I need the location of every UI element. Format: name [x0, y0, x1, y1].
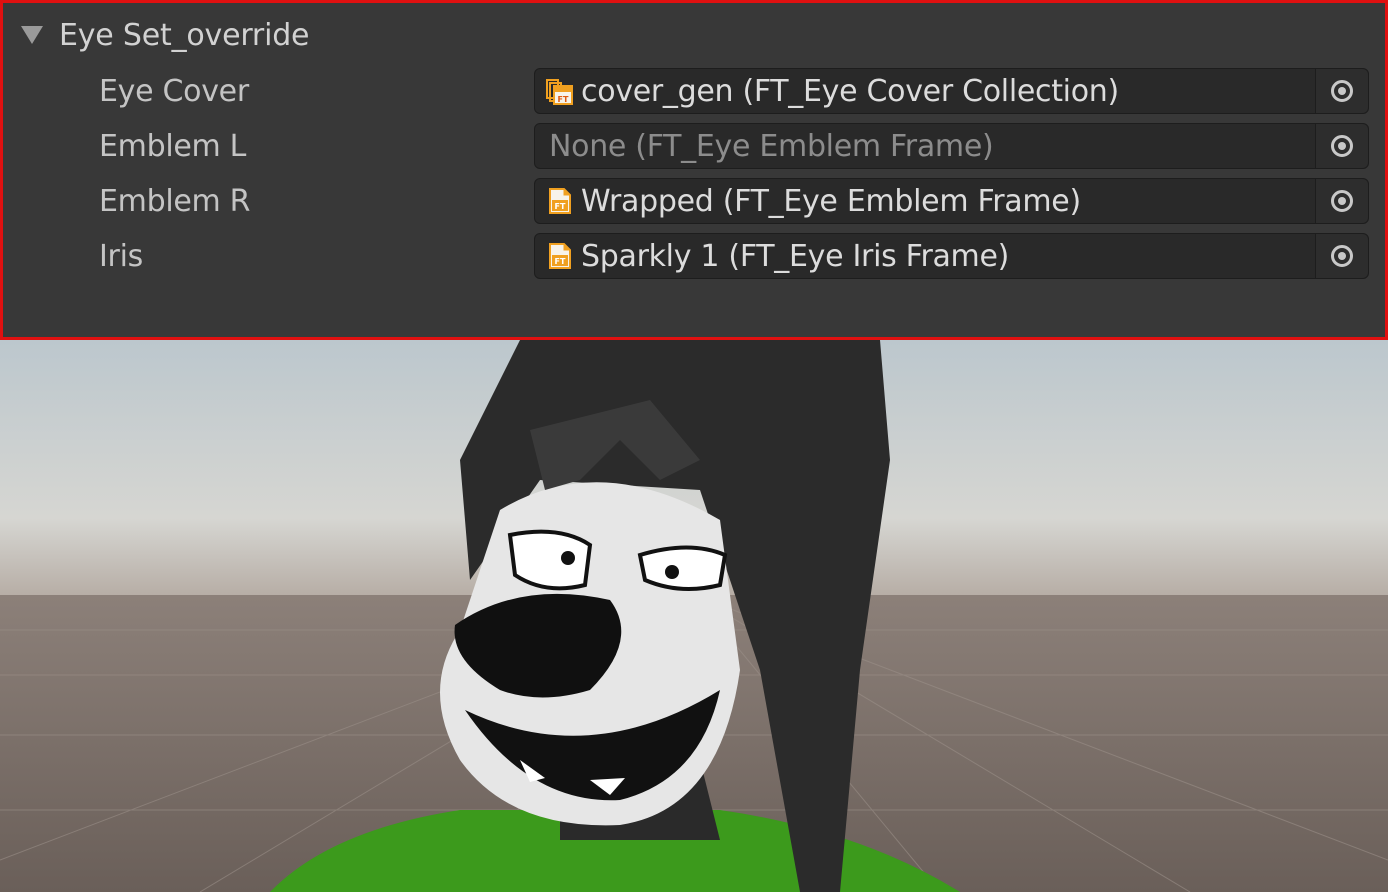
object-picker-button[interactable]: [1315, 179, 1368, 223]
property-label: Emblem R: [99, 184, 251, 219]
collection-asset-icon: FT: [545, 76, 575, 106]
svg-text:FT: FT: [558, 95, 569, 104]
object-field-value: Wrapped (FT_Eye Emblem Frame): [581, 183, 1081, 219]
property-label: Iris: [99, 239, 143, 274]
property-row-iris: Iris FT Sparkly 1 (FT_Eye Iris Frame): [3, 233, 1385, 279]
object-picker-icon: [1331, 80, 1353, 102]
object-field-iris[interactable]: FT Sparkly 1 (FT_Eye Iris Frame): [534, 233, 1369, 279]
inspector-panel: Eye Set_override Eye Cover FT cover_gen …: [0, 0, 1388, 340]
eye-set-foldout[interactable]: Eye Set_override: [21, 17, 310, 53]
frame-asset-icon: FT: [545, 241, 575, 271]
svg-text:FT: FT: [555, 257, 566, 266]
property-label: Eye Cover: [99, 74, 249, 109]
object-picker-icon: [1331, 190, 1353, 212]
scene-viewport[interactable]: [0, 340, 1388, 892]
object-field-emblem-r[interactable]: FT Wrapped (FT_Eye Emblem Frame): [534, 178, 1369, 224]
object-field-value: cover_gen (FT_Eye Cover Collection): [581, 73, 1119, 109]
scene-render: [0, 340, 1388, 892]
property-label: Emblem L: [99, 129, 247, 164]
property-row-emblem-l: Emblem L None (FT_Eye Emblem Frame): [3, 123, 1385, 169]
object-picker-button[interactable]: [1315, 69, 1368, 113]
property-row-emblem-r: Emblem R FT Wrapped (FT_Eye Emblem Frame…: [3, 178, 1385, 224]
object-picker-button[interactable]: [1315, 234, 1368, 278]
object-field-value: Sparkly 1 (FT_Eye Iris Frame): [581, 238, 1010, 274]
foldout-title: Eye Set_override: [59, 17, 310, 53]
object-picker-button[interactable]: [1315, 124, 1368, 168]
object-field-value: None (FT_Eye Emblem Frame): [549, 128, 994, 164]
object-picker-icon: [1331, 245, 1353, 267]
object-field-emblem-l[interactable]: None (FT_Eye Emblem Frame): [534, 123, 1369, 169]
svg-text:FT: FT: [555, 202, 566, 211]
frame-asset-icon: FT: [545, 186, 575, 216]
property-row-eye-cover: Eye Cover FT cover_gen (FT_Eye Cover Col…: [3, 68, 1385, 114]
object-picker-icon: [1331, 135, 1353, 157]
object-field-eye-cover[interactable]: FT cover_gen (FT_Eye Cover Collection): [534, 68, 1369, 114]
triangle-down-icon[interactable]: [21, 26, 43, 44]
